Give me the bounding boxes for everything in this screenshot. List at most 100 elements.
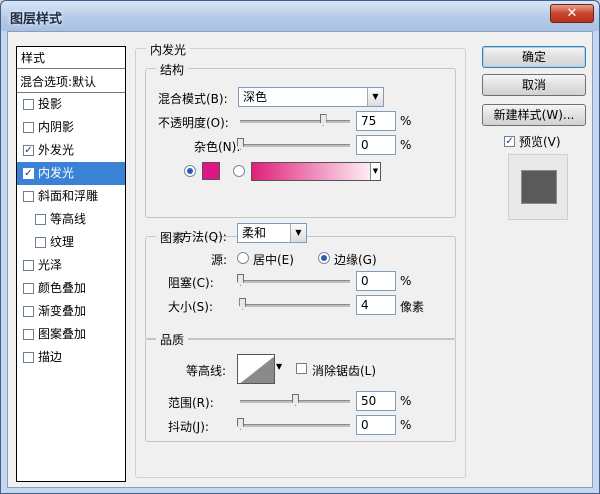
preview-label: 预览(V) <box>519 135 561 149</box>
title-bar[interactable]: 图层样式 ✕ <box>1 1 599 31</box>
opacity-input[interactable]: 75 <box>356 111 396 131</box>
jitter-unit: % <box>400 418 412 432</box>
style-item[interactable]: 投影 <box>17 93 125 116</box>
source-label: 源: <box>211 253 228 267</box>
style-item-label: 光泽 <box>38 258 63 272</box>
style-checkbox[interactable] <box>35 237 46 248</box>
blend-mode-label: 混合模式(B): <box>158 92 228 106</box>
range-input[interactable]: 50 <box>356 391 396 411</box>
preview-square <box>522 171 556 203</box>
noise-slider[interactable] <box>240 144 350 147</box>
style-item-label: 斜面和浮雕 <box>38 189 99 203</box>
opacity-slider[interactable] <box>240 120 350 123</box>
size-slider[interactable] <box>240 304 350 307</box>
style-item-label: 描边 <box>38 350 63 364</box>
chevron-down-icon: ▼ <box>370 163 380 180</box>
style-item[interactable]: ✓ 外发光 <box>17 139 125 162</box>
noise-unit: % <box>400 138 412 152</box>
contour-picker[interactable] <box>237 354 275 384</box>
noise-input[interactable]: 0 <box>356 135 396 155</box>
choke-label: 阻塞(C): <box>168 276 214 290</box>
style-checkbox[interactable] <box>35 214 46 225</box>
layer-style-dialog: 图层样式 ✕ 样式 混合选项:默认 投影内阴影 ✓ 外发光 ✓ 内发光斜面和浮雕等高线纹… <box>0 0 600 494</box>
styles-list: 样式 混合选项:默认 投影内阴影 ✓ 外发光 ✓ 内发光斜面和浮雕等高线纹理光泽颜色叠加… <box>16 46 126 482</box>
opacity-label: 不透明度(O): <box>158 116 229 130</box>
panel-title: 内发光 <box>146 41 191 58</box>
noise-label: 杂色(N): <box>194 140 241 154</box>
style-preview <box>508 154 568 220</box>
method-label: 方法(Q): <box>180 230 227 244</box>
style-item[interactable]: 图案叠加 <box>17 323 125 346</box>
style-checkbox[interactable] <box>23 99 34 110</box>
quality-title: 品质 <box>156 331 189 348</box>
style-checkbox[interactable] <box>23 260 34 271</box>
styles-header[interactable]: 样式 <box>17 47 125 69</box>
ok-button[interactable]: 确定 <box>482 46 586 68</box>
gradient-picker[interactable]: ▼ <box>251 162 381 181</box>
style-checkbox[interactable] <box>23 329 34 340</box>
style-checkbox[interactable] <box>23 283 34 294</box>
contour-preview-icon <box>240 356 274 383</box>
source-edge-label[interactable]: 边缘(G) <box>334 251 377 268</box>
style-item[interactable]: 等高线 <box>17 208 125 231</box>
style-item[interactable]: 内阴影 <box>17 116 125 139</box>
style-item[interactable]: 颜色叠加 <box>17 277 125 300</box>
style-checkbox[interactable] <box>23 122 34 133</box>
close-button[interactable]: ✕ <box>550 4 594 23</box>
style-item-label: 颜色叠加 <box>38 281 87 295</box>
preview-toggle[interactable]: ✓ 预览(V) <box>504 133 561 150</box>
style-checkbox[interactable] <box>23 352 34 363</box>
range-unit: % <box>400 394 412 408</box>
style-item-label: 内发光 <box>38 166 75 180</box>
style-item-label: 内阴影 <box>38 120 75 134</box>
choke-unit: % <box>400 274 412 288</box>
size-label: 大小(S): <box>168 300 214 314</box>
method-select[interactable]: 柔和 ▼ <box>237 223 307 243</box>
style-item-label: 外发光 <box>38 143 75 157</box>
source-center-label[interactable]: 居中(E) <box>253 251 294 268</box>
style-item[interactable]: 描边 <box>17 346 125 369</box>
style-item-label: 渐变叠加 <box>38 304 87 318</box>
dialog-body: 样式 混合选项:默认 投影内阴影 ✓ 外发光 ✓ 内发光斜面和浮雕等高线纹理光泽颜色叠加… <box>7 31 593 488</box>
choke-input[interactable]: 0 <box>356 271 396 291</box>
blend-mode-value: 深色 <box>243 90 268 104</box>
style-item[interactable]: ✓ 内发光 <box>17 162 125 185</box>
style-checkbox[interactable] <box>23 306 34 317</box>
cancel-button[interactable]: 取消 <box>482 74 586 96</box>
source-center-radio[interactable] <box>237 252 249 264</box>
choke-slider[interactable] <box>240 280 350 283</box>
glow-color-swatch[interactable] <box>202 162 220 180</box>
style-item[interactable]: 渐变叠加 <box>17 300 125 323</box>
style-item[interactable]: 光泽 <box>17 254 125 277</box>
range-label: 范围(R): <box>168 396 214 410</box>
opacity-unit: % <box>400 114 412 128</box>
size-input[interactable]: 4 <box>356 295 396 315</box>
window-title: 图层样式 <box>10 12 63 27</box>
jitter-input[interactable]: 0 <box>356 415 396 435</box>
blending-options-item[interactable]: 混合选项:默认 <box>17 71 125 93</box>
preview-checkbox[interactable]: ✓ <box>504 136 515 147</box>
style-checkbox[interactable] <box>23 191 34 202</box>
chevron-down-icon: ▼ <box>290 224 306 242</box>
antialias-checkbox[interactable] <box>296 363 307 374</box>
style-item-label: 投影 <box>38 97 63 111</box>
contour-label: 等高线: <box>186 364 227 378</box>
color-radio[interactable] <box>184 165 196 177</box>
chevron-down-icon[interactable]: ▼ <box>276 362 282 371</box>
antialias-label[interactable]: 消除锯齿(L) <box>312 362 376 379</box>
style-item[interactable]: 纹理 <box>17 231 125 254</box>
style-item-label: 图案叠加 <box>38 327 87 341</box>
style-checkbox[interactable]: ✓ <box>23 145 34 156</box>
source-edge-radio[interactable] <box>318 252 330 264</box>
style-item[interactable]: 斜面和浮雕 <box>17 185 125 208</box>
structure-title: 结构 <box>156 61 189 78</box>
jitter-slider[interactable] <box>240 424 350 427</box>
style-item-label: 等高线 <box>50 212 87 226</box>
method-value: 柔和 <box>242 226 267 240</box>
style-checkbox[interactable]: ✓ <box>23 168 34 179</box>
blend-mode-select[interactable]: 深色 ▼ <box>238 87 384 107</box>
chevron-down-icon: ▼ <box>367 88 383 106</box>
new-style-button[interactable]: 新建样式(W)... <box>482 104 586 126</box>
jitter-label: 抖动(J): <box>168 420 209 434</box>
gradient-radio[interactable] <box>233 165 245 177</box>
